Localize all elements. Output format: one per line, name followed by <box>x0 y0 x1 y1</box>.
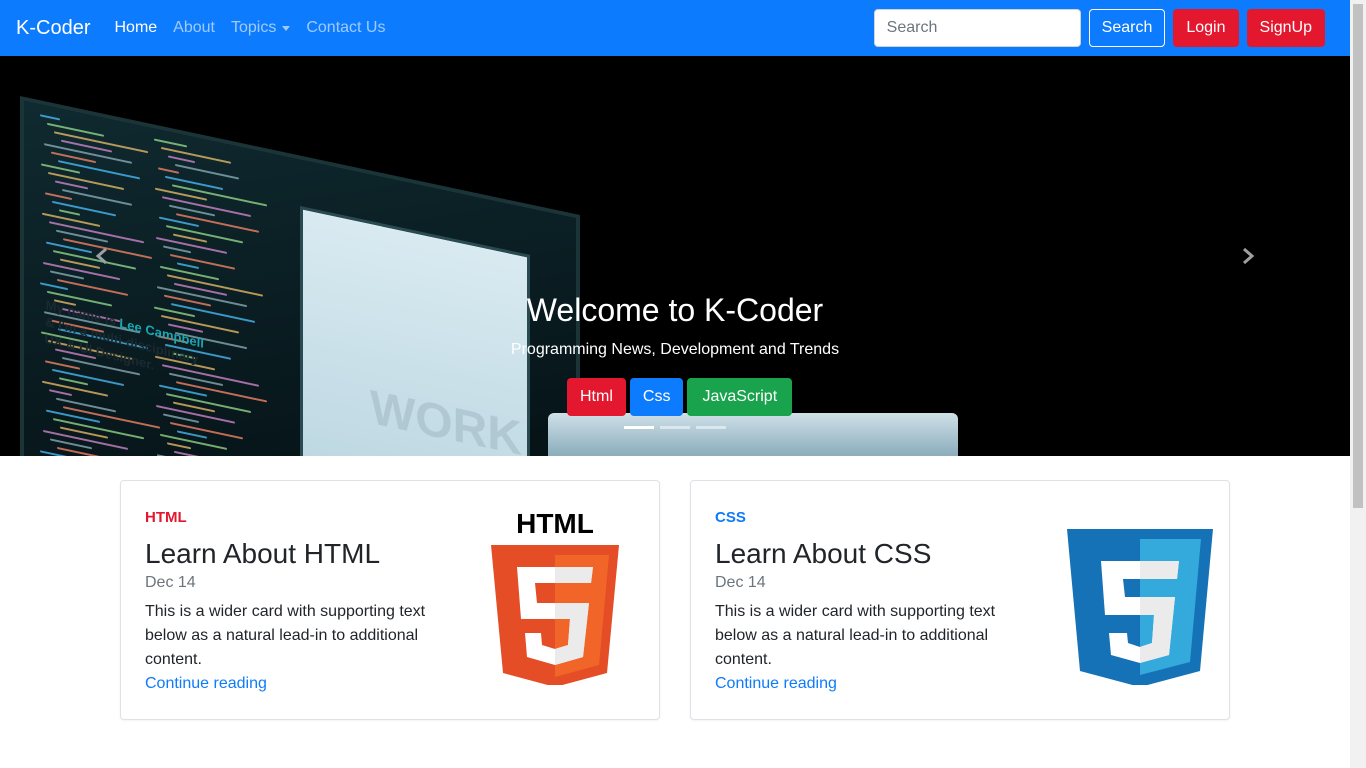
carousel-indicator-2[interactable] <box>660 426 690 429</box>
card-category: CSS <box>715 509 746 526</box>
brand-logo[interactable]: K-Coder <box>16 17 90 40</box>
card-body: HTML Learn About HTML Dec 14 This is a w… <box>145 509 435 696</box>
code-line-decoration <box>170 253 235 270</box>
code-line-decoration <box>50 270 84 280</box>
nav-link-about[interactable]: About <box>173 19 215 37</box>
nav-link-contact[interactable]: Contact Us <box>306 19 385 37</box>
navbar: K-Coder Home About Topics Contact Us Sea… <box>0 0 1350 56</box>
login-button[interactable]: Login <box>1173 9 1239 47</box>
code-line-decoration <box>165 175 223 191</box>
code-line-decoration <box>167 442 191 450</box>
html-card: HTML Learn About HTML Dec 14 This is a w… <box>120 480 660 720</box>
code-line-decoration <box>49 389 72 397</box>
css-card: CSS Learn About CSS Dec 14 This is a wid… <box>690 480 1230 720</box>
continue-reading-link[interactable]: Continue reading <box>715 672 1005 696</box>
code-line-decoration <box>154 138 187 148</box>
code-line-decoration <box>160 433 227 450</box>
code-line-decoration <box>62 188 132 206</box>
signup-button[interactable]: SignUp <box>1246 9 1325 47</box>
html-button[interactable]: Html <box>567 378 626 416</box>
code-line-decoration <box>45 192 72 201</box>
scrollbar-thumb[interactable] <box>1353 4 1363 508</box>
navbar-actions: Search Login SignUp <box>873 9 1325 47</box>
code-line-decoration <box>42 380 108 397</box>
chevron-down-icon <box>282 25 291 31</box>
code-line-decoration <box>59 209 80 216</box>
carousel-topic-buttons: Html Css JavaScript <box>567 378 793 416</box>
card-date: Dec 14 <box>145 574 196 591</box>
css-button[interactable]: Css <box>629 378 684 416</box>
carousel-next-button[interactable] <box>1238 246 1258 266</box>
chevron-left-icon <box>95 247 107 265</box>
html5-logo-icon: HTML <box>491 509 619 685</box>
search-button[interactable]: Search <box>1088 9 1166 47</box>
code-line-decoration <box>168 155 195 164</box>
card-text: This is a wider card with supporting tex… <box>715 603 996 668</box>
carousel-indicator-3[interactable] <box>696 426 726 429</box>
code-line-decoration <box>177 262 199 270</box>
code-line-decoration <box>52 200 116 217</box>
nav-link-home[interactable]: Home <box>114 19 157 37</box>
code-line-decoration <box>40 114 60 121</box>
carousel-title: Welcome to K-Coder <box>526 292 824 328</box>
code-line-decoration <box>40 282 68 291</box>
laptop-image <box>548 413 958 456</box>
card-title: Learn About HTML <box>145 538 381 569</box>
card-category: HTML <box>145 509 187 526</box>
page-scrollbar[interactable] <box>1350 0 1366 768</box>
code-line-decoration <box>174 450 235 456</box>
card-date: Dec 14 <box>715 574 766 591</box>
code-line-decoration <box>175 163 239 180</box>
carousel-indicator-1[interactable] <box>624 426 654 429</box>
css3-logo-icon <box>1067 529 1213 685</box>
code-line-decoration <box>157 454 255 456</box>
nav-link-topics[interactable]: Topics <box>230 19 291 37</box>
continue-reading-link[interactable]: Continue reading <box>145 672 435 696</box>
code-line-decoration <box>163 245 191 254</box>
card-body: CSS Learn About CSS Dec 14 This is a wid… <box>715 509 1005 696</box>
code-line-decoration <box>47 122 104 137</box>
hero-carousel: My name is Lee Campbell & I'm a multi-di… <box>0 56 1350 456</box>
search-input[interactable] <box>873 9 1081 47</box>
code-editor-column <box>40 114 160 456</box>
carousel-subtitle: Programming News, Development and Trends <box>510 341 840 358</box>
carousel-prev-button[interactable] <box>92 246 112 266</box>
chevron-right-icon <box>1243 247 1255 265</box>
card-title: Learn About CSS <box>715 538 932 569</box>
javascript-button[interactable]: JavaScript <box>687 378 793 416</box>
svg-text:HTML: HTML <box>516 509 594 539</box>
card-text: This is a wider card with supporting tex… <box>145 603 426 668</box>
code-line-decoration <box>158 167 179 174</box>
nav-link-topics-label: Topics <box>230 19 277 36</box>
code-line-decoration <box>55 180 88 190</box>
carousel-indicators <box>624 426 726 429</box>
